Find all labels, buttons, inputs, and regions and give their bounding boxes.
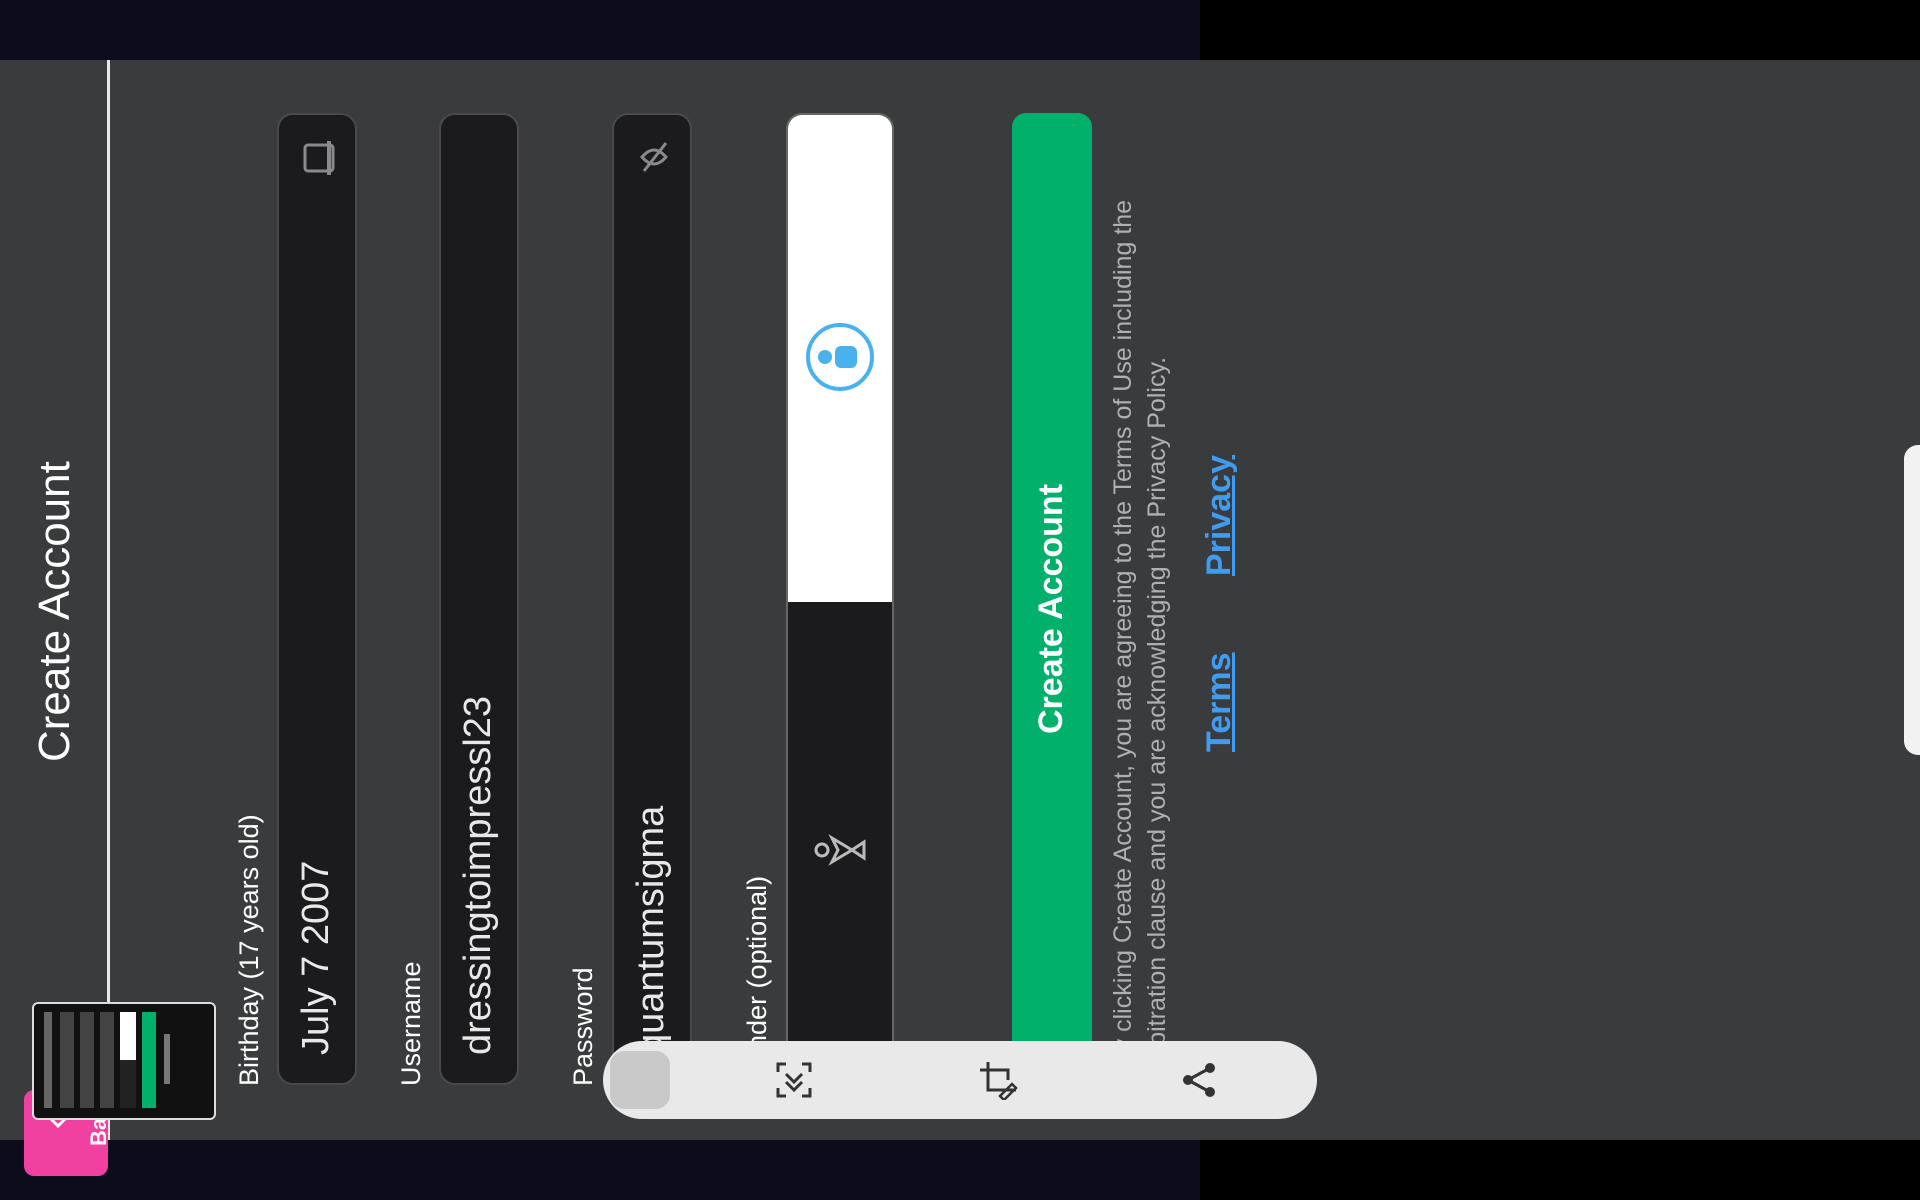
legal-text: By clicking Create Account, you are agre… (1109, 199, 1171, 1068)
birthday-value: July 7 2007 (295, 860, 337, 1055)
username-label: Username (396, 961, 426, 1086)
password-label: Password (568, 967, 598, 1086)
gender-option-male[interactable] (788, 115, 892, 602)
screenshot-toolbar (603, 1041, 1317, 1119)
calendar-icon[interactable] (301, 139, 337, 175)
password-field[interactable]: quantumsigma (612, 113, 692, 1085)
scroll-capture-icon[interactable] (774, 1060, 814, 1100)
crop-edit-icon[interactable] (978, 1060, 1018, 1102)
password-value: quantumsigma (630, 805, 672, 1055)
eye-off-icon[interactable] (634, 137, 674, 177)
gender-option-female[interactable] (788, 602, 892, 1083)
gender-selector[interactable] (786, 113, 894, 1085)
edge-panel-handle[interactable] (1904, 445, 1920, 755)
privacy-link[interactable]: Privacy (1200, 455, 1239, 576)
status-bar-top (0, 0, 1200, 60)
title-divider (107, 60, 110, 1140)
terms-link[interactable]: Terms (1200, 652, 1239, 752)
username-value: dressingtoimpressl23 (457, 695, 499, 1055)
female-icon (812, 820, 872, 880)
male-icon (805, 322, 875, 392)
birthday-label: Birthday (17 years old) (234, 814, 264, 1086)
create-account-label: Create Account (1032, 483, 1070, 734)
screenshot-preview[interactable] (32, 1002, 216, 1120)
page-title-rotated: Create Account (30, 461, 79, 762)
birthday-field[interactable]: July 7 2007 (277, 113, 357, 1085)
share-icon[interactable] (1180, 1060, 1220, 1100)
status-bar-bottom (0, 1140, 1200, 1200)
create-account-button[interactable]: Create Account (1012, 113, 1092, 1085)
username-field[interactable]: dressingtoimpressl23 (439, 113, 519, 1085)
thumbnail-icon[interactable] (610, 1051, 670, 1109)
